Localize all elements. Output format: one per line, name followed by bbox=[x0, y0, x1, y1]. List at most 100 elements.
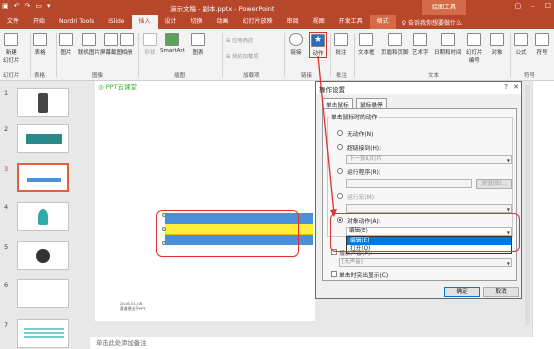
tab-slideshow[interactable]: 幻灯片放映 bbox=[236, 15, 280, 29]
tell-me-search[interactable]: ♀ 告诉我你想要做什么 bbox=[402, 18, 462, 27]
tab-file[interactable]: 文件 bbox=[0, 15, 26, 29]
browse-button[interactable]: 浏览(B)... bbox=[476, 179, 512, 189]
group-illustrations: 插图 bbox=[174, 73, 186, 79]
chart-button[interactable]: 图表 bbox=[191, 32, 205, 56]
tab-home[interactable]: 开始 bbox=[26, 15, 52, 29]
slide-thumbnail-1[interactable] bbox=[17, 88, 69, 117]
close-icon[interactable]: ✕ bbox=[513, 83, 519, 91]
store-button[interactable]: ⊞ 应用商店 bbox=[226, 36, 253, 44]
ribbon-display-icon[interactable]: ▢ bbox=[515, 2, 522, 10]
radio-no-action[interactable] bbox=[337, 130, 343, 136]
my-addins-button[interactable]: ⊞ 我的加载项 bbox=[226, 52, 259, 60]
symbol-icon bbox=[535, 33, 549, 46]
tab-view[interactable]: 视图 bbox=[306, 15, 332, 29]
radio-run-macro[interactable] bbox=[337, 193, 343, 199]
customize-qat-icon[interactable]: ▾ bbox=[47, 2, 51, 10]
tab-mouse-over[interactable]: 鼠标悬停 bbox=[356, 98, 387, 109]
slide-thumbnail-3[interactable] bbox=[17, 163, 69, 192]
shapes-button[interactable]: 形状 bbox=[143, 32, 157, 56]
comment-icon bbox=[334, 33, 348, 46]
header-footer-button[interactable]: 页眉和页脚 bbox=[381, 32, 409, 56]
tab-review[interactable]: 审阅 bbox=[280, 15, 306, 29]
date-time-button[interactable]: 日期和时间 bbox=[434, 32, 462, 56]
equation-button[interactable]: 公式 bbox=[514, 32, 528, 56]
action-button[interactable]: ★ 动作 bbox=[309, 32, 327, 58]
online-pictures-button[interactable]: 联机图片 bbox=[78, 32, 100, 56]
slide-canvas[interactable] bbox=[95, 81, 315, 321]
notes-pane[interactable]: 单击此处添加备注 bbox=[90, 337, 554, 349]
tab-format[interactable]: 格式 bbox=[369, 15, 396, 29]
tab-transitions[interactable]: 切换 bbox=[184, 15, 210, 29]
slide-number: 1 bbox=[4, 89, 9, 97]
tab-mouse-click[interactable]: 单击鼠标 bbox=[322, 98, 353, 109]
slide-thumbnail-5[interactable] bbox=[17, 241, 69, 270]
vertical-scrollbar[interactable] bbox=[525, 85, 530, 325]
highlight-object-action-annotation bbox=[330, 213, 520, 252]
link-icon bbox=[289, 33, 303, 46]
wordart-button[interactable]: 艺术字 bbox=[412, 32, 429, 56]
slide-thumbnail-2[interactable] bbox=[17, 124, 69, 153]
comment-button[interactable]: 批注 bbox=[334, 32, 348, 56]
redo-icon[interactable]: ↷ bbox=[25, 2, 31, 10]
slide-thumbnail-4[interactable] bbox=[17, 202, 69, 231]
program-input[interactable] bbox=[346, 179, 472, 188]
symbol-button[interactable]: 符号 bbox=[535, 32, 549, 56]
table-button[interactable]: 表格 bbox=[33, 32, 47, 56]
new-slide-button[interactable]: 新建 幻灯片 bbox=[3, 32, 20, 64]
dialog-panel: 单击鼠标时的动作 无动作(N) 超链接到(H): 下一张幻灯片 ▼ 运行程序(R)… bbox=[322, 108, 517, 281]
tab-developer[interactable]: 开发工具 bbox=[332, 15, 370, 29]
slide-number-selected: 3 bbox=[4, 165, 9, 173]
slide-thumbnail-7[interactable] bbox=[17, 319, 69, 348]
ribbon-insert: 新建 幻灯片 表格 图片 联机图片 屏幕截图 相册 形状 SmartArt 图表 … bbox=[0, 29, 554, 81]
group-addins: 加载项 bbox=[243, 73, 260, 79]
sound-select[interactable]: [无声音] ▼ bbox=[339, 258, 512, 267]
minimize-icon[interactable]: – bbox=[531, 2, 535, 10]
object-button[interactable]: 对象 bbox=[490, 32, 504, 56]
textbox-button[interactable]: 文本框 bbox=[358, 32, 375, 56]
slide-number: 5 bbox=[4, 243, 9, 251]
tab-nordri-tools[interactable]: Nordri Tools bbox=[52, 15, 101, 29]
ppt-logo: ◎ PPT云课堂 bbox=[98, 83, 138, 91]
slide-footer-text: 2016-01-08 客道德出不PPT bbox=[120, 301, 146, 311]
group-tables: 表格 bbox=[34, 73, 46, 79]
slide-number-button[interactable]: 幻灯片 编号 bbox=[466, 32, 483, 64]
radio-hyperlink[interactable] bbox=[337, 144, 343, 150]
pictures-button[interactable]: 图片 bbox=[59, 32, 73, 56]
thumbnail-table bbox=[26, 134, 62, 144]
save-icon[interactable]: ▣ bbox=[2, 2, 9, 10]
smartart-button[interactable]: SmartArt bbox=[160, 32, 185, 54]
chart-icon bbox=[191, 33, 205, 46]
star-action-icon: ★ bbox=[311, 34, 325, 47]
start-slideshow-icon[interactable]: ▭ bbox=[35, 2, 42, 10]
screenshot-button[interactable]: 屏幕截图 bbox=[100, 32, 122, 56]
tab-animations[interactable]: 动画 bbox=[210, 15, 236, 29]
undo-icon[interactable]: ↶ bbox=[14, 2, 20, 10]
thumbnail-image bbox=[36, 249, 50, 263]
cancel-button[interactable]: 取消 bbox=[483, 287, 519, 297]
slide-thumbnail-6[interactable] bbox=[17, 279, 69, 308]
maximize-icon[interactable]: ☐ bbox=[545, 2, 551, 10]
ok-button[interactable]: 确定 bbox=[444, 287, 480, 297]
highlight-click-checkbox[interactable] bbox=[331, 271, 337, 277]
tab-design[interactable]: 设计 bbox=[158, 15, 184, 29]
hyperlink-select[interactable]: 下一张幻灯片 ▼ bbox=[346, 155, 512, 164]
help-icon[interactable]: ? bbox=[504, 83, 508, 91]
chevron-down-icon: ▼ bbox=[506, 158, 510, 163]
tab-insert[interactable]: 插入 bbox=[131, 15, 158, 29]
no-action-label: 无动作(N) bbox=[347, 132, 374, 138]
photo-album-button[interactable]: 相册 bbox=[120, 32, 134, 56]
screenshot-icon bbox=[104, 33, 118, 46]
wordart-icon bbox=[413, 33, 428, 46]
action-settings-dialog: 操作设置 ? ✕ 单击鼠标 鼠标悬停 单击鼠标时的动作 无动作(N) 超链接到(… bbox=[315, 81, 522, 299]
chevron-down-icon: ▼ bbox=[506, 207, 510, 212]
macro-select[interactable]: ▼ bbox=[346, 204, 512, 213]
radio-run-program[interactable] bbox=[337, 168, 343, 174]
group-slides: 幻灯片 bbox=[3, 73, 20, 79]
slide-thumbnail-pane: 1 2 3 4 5 6 7 bbox=[0, 81, 90, 349]
tab-islide[interactable]: iSlide bbox=[101, 15, 131, 29]
online-picture-icon bbox=[82, 33, 96, 46]
link-button[interactable]: 链接 bbox=[289, 32, 303, 56]
equation-icon bbox=[514, 33, 528, 46]
slide-number: 4 bbox=[4, 203, 9, 211]
ribbon-tabs: 文件 开始 Nordri Tools iSlide 插入 设计 切换 动画 幻灯… bbox=[0, 15, 554, 29]
